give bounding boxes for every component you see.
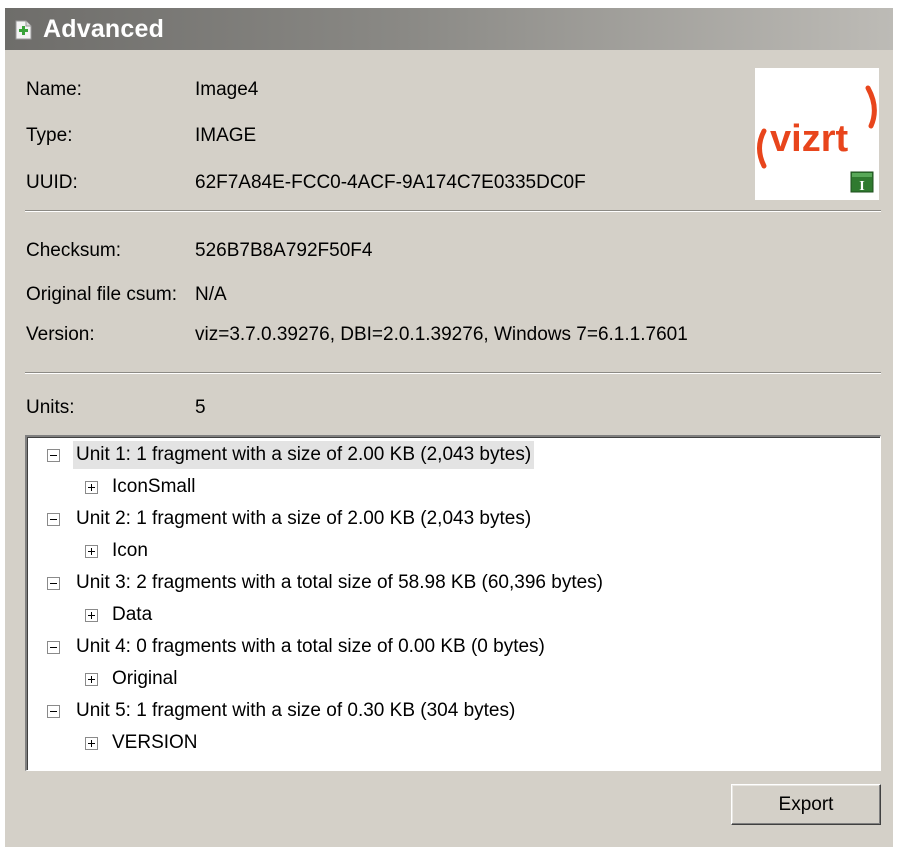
original-csum-label: Original file csum: bbox=[26, 284, 177, 305]
advanced-dialog: Advanced Name: Image4 Type: IMAGE UUID: … bbox=[5, 8, 893, 847]
tree-node-unit-2[interactable]: Unit 2: 1 fragment with a size of 2.00 K… bbox=[47, 505, 867, 533]
tree-node-label: IconSmall bbox=[112, 476, 196, 497]
svg-text:I: I bbox=[859, 179, 864, 193]
title-bar: Advanced bbox=[5, 8, 893, 50]
tree-node-version[interactable]: VERSION bbox=[85, 729, 385, 757]
name-label: Name: bbox=[26, 79, 82, 100]
name-value: Image4 bbox=[195, 79, 259, 100]
dialog-title: Advanced bbox=[43, 15, 165, 43]
collapse-icon[interactable] bbox=[47, 513, 60, 526]
tree-node-unit-5[interactable]: Unit 5: 1 fragment with a size of 0.30 K… bbox=[47, 697, 867, 725]
collapse-icon[interactable] bbox=[47, 705, 60, 718]
svg-text:vizrt: vizrt bbox=[770, 118, 848, 160]
tree-node-label: Unit 3: 2 fragments with a total size of… bbox=[76, 572, 603, 593]
tree-node-data[interactable]: Data bbox=[85, 601, 385, 629]
separator-1 bbox=[25, 210, 881, 212]
tree-node-label: Original bbox=[112, 668, 178, 689]
tree-node-icon[interactable]: Icon bbox=[85, 537, 385, 565]
expand-icon[interactable] bbox=[85, 609, 98, 622]
tree-node-original[interactable]: Original bbox=[85, 665, 385, 693]
tree-node-label: Icon bbox=[112, 540, 148, 561]
tree-node-unit-3[interactable]: Unit 3: 2 fragments with a total size of… bbox=[47, 569, 867, 597]
version-label: Version: bbox=[26, 324, 95, 345]
tree-node-iconsmall[interactable]: IconSmall bbox=[85, 473, 385, 501]
tree-node-label: VERSION bbox=[112, 732, 198, 753]
type-label: Type: bbox=[26, 125, 73, 146]
export-button[interactable]: Export bbox=[731, 784, 881, 825]
tree-node-label: Unit 5: 1 fragment with a size of 0.30 K… bbox=[76, 700, 516, 721]
units-value: 5 bbox=[195, 397, 206, 418]
checksum-label: Checksum: bbox=[26, 240, 122, 261]
tree-node-label: Data bbox=[112, 604, 153, 625]
collapse-icon[interactable] bbox=[47, 577, 60, 590]
separator-2 bbox=[25, 372, 881, 374]
collapse-icon[interactable] bbox=[47, 449, 60, 462]
collapse-icon[interactable] bbox=[47, 641, 60, 654]
image-badge-icon: I bbox=[850, 171, 874, 193]
expand-icon[interactable] bbox=[85, 673, 98, 686]
uuid-label: UUID: bbox=[26, 172, 78, 193]
type-value: IMAGE bbox=[195, 125, 257, 146]
units-tree[interactable]: Unit 1: 1 fragment with a size of 2.00 K… bbox=[25, 435, 881, 771]
tree-node-label: Unit 1: 1 fragment with a size of 2.00 K… bbox=[73, 441, 535, 469]
uuid-value: 62F7A84E-FCC0-4ACF-9A174C7E0335DC0F bbox=[195, 172, 586, 193]
document-add-icon bbox=[15, 20, 32, 40]
tree-node-unit-4[interactable]: Unit 4: 0 fragments with a total size of… bbox=[47, 633, 867, 661]
tree-node-label: Unit 4: 0 fragments with a total size of… bbox=[76, 636, 545, 657]
version-value: viz=3.7.0.39276, DBI=2.0.1.39276, Window… bbox=[195, 324, 688, 345]
tree-node-unit-1[interactable]: Unit 1: 1 fragment with a size of 2.00 K… bbox=[47, 441, 867, 469]
tree-node-label: Unit 2: 1 fragment with a size of 2.00 K… bbox=[76, 508, 532, 529]
original-csum-value: N/A bbox=[195, 284, 227, 305]
expand-icon[interactable] bbox=[85, 481, 98, 494]
checksum-value: 526B7B8A792F50F4 bbox=[195, 240, 373, 261]
units-label: Units: bbox=[26, 397, 75, 418]
expand-icon[interactable] bbox=[85, 545, 98, 558]
expand-icon[interactable] bbox=[85, 737, 98, 750]
